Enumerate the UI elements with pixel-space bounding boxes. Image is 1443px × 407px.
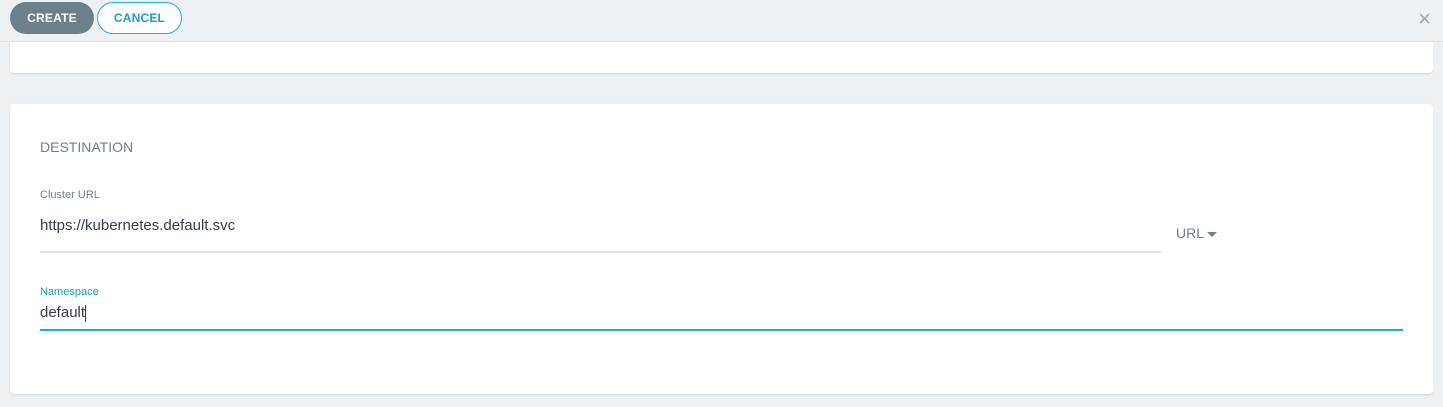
cluster-url-underline [40,251,1161,253]
namespace-label: Namespace [40,286,99,298]
create-button[interactable]: CREATE [10,2,94,34]
previous-section-card [10,42,1433,73]
cluster-type-dropdown[interactable]: URL [1176,225,1218,241]
scrollbar[interactable] [1433,42,1443,407]
section-title: DESTINATION [40,139,134,155]
destination-section: DESTINATION Cluster URL https://kubernet… [10,104,1433,394]
namespace-value: default [40,304,86,321]
cluster-url-label: Cluster URL [40,189,100,201]
cluster-url-input[interactable]: https://kubernetes.default.svc [40,217,235,234]
close-icon[interactable]: × [1418,6,1431,32]
top-toolbar: CREATE CANCEL × [0,0,1443,42]
namespace-input[interactable]: default [40,304,87,322]
caret-down-icon [1207,231,1218,237]
dropdown-value: URL [1176,225,1205,241]
cancel-button[interactable]: CANCEL [97,2,182,34]
text-cursor [85,304,87,322]
namespace-underline [40,329,1403,331]
